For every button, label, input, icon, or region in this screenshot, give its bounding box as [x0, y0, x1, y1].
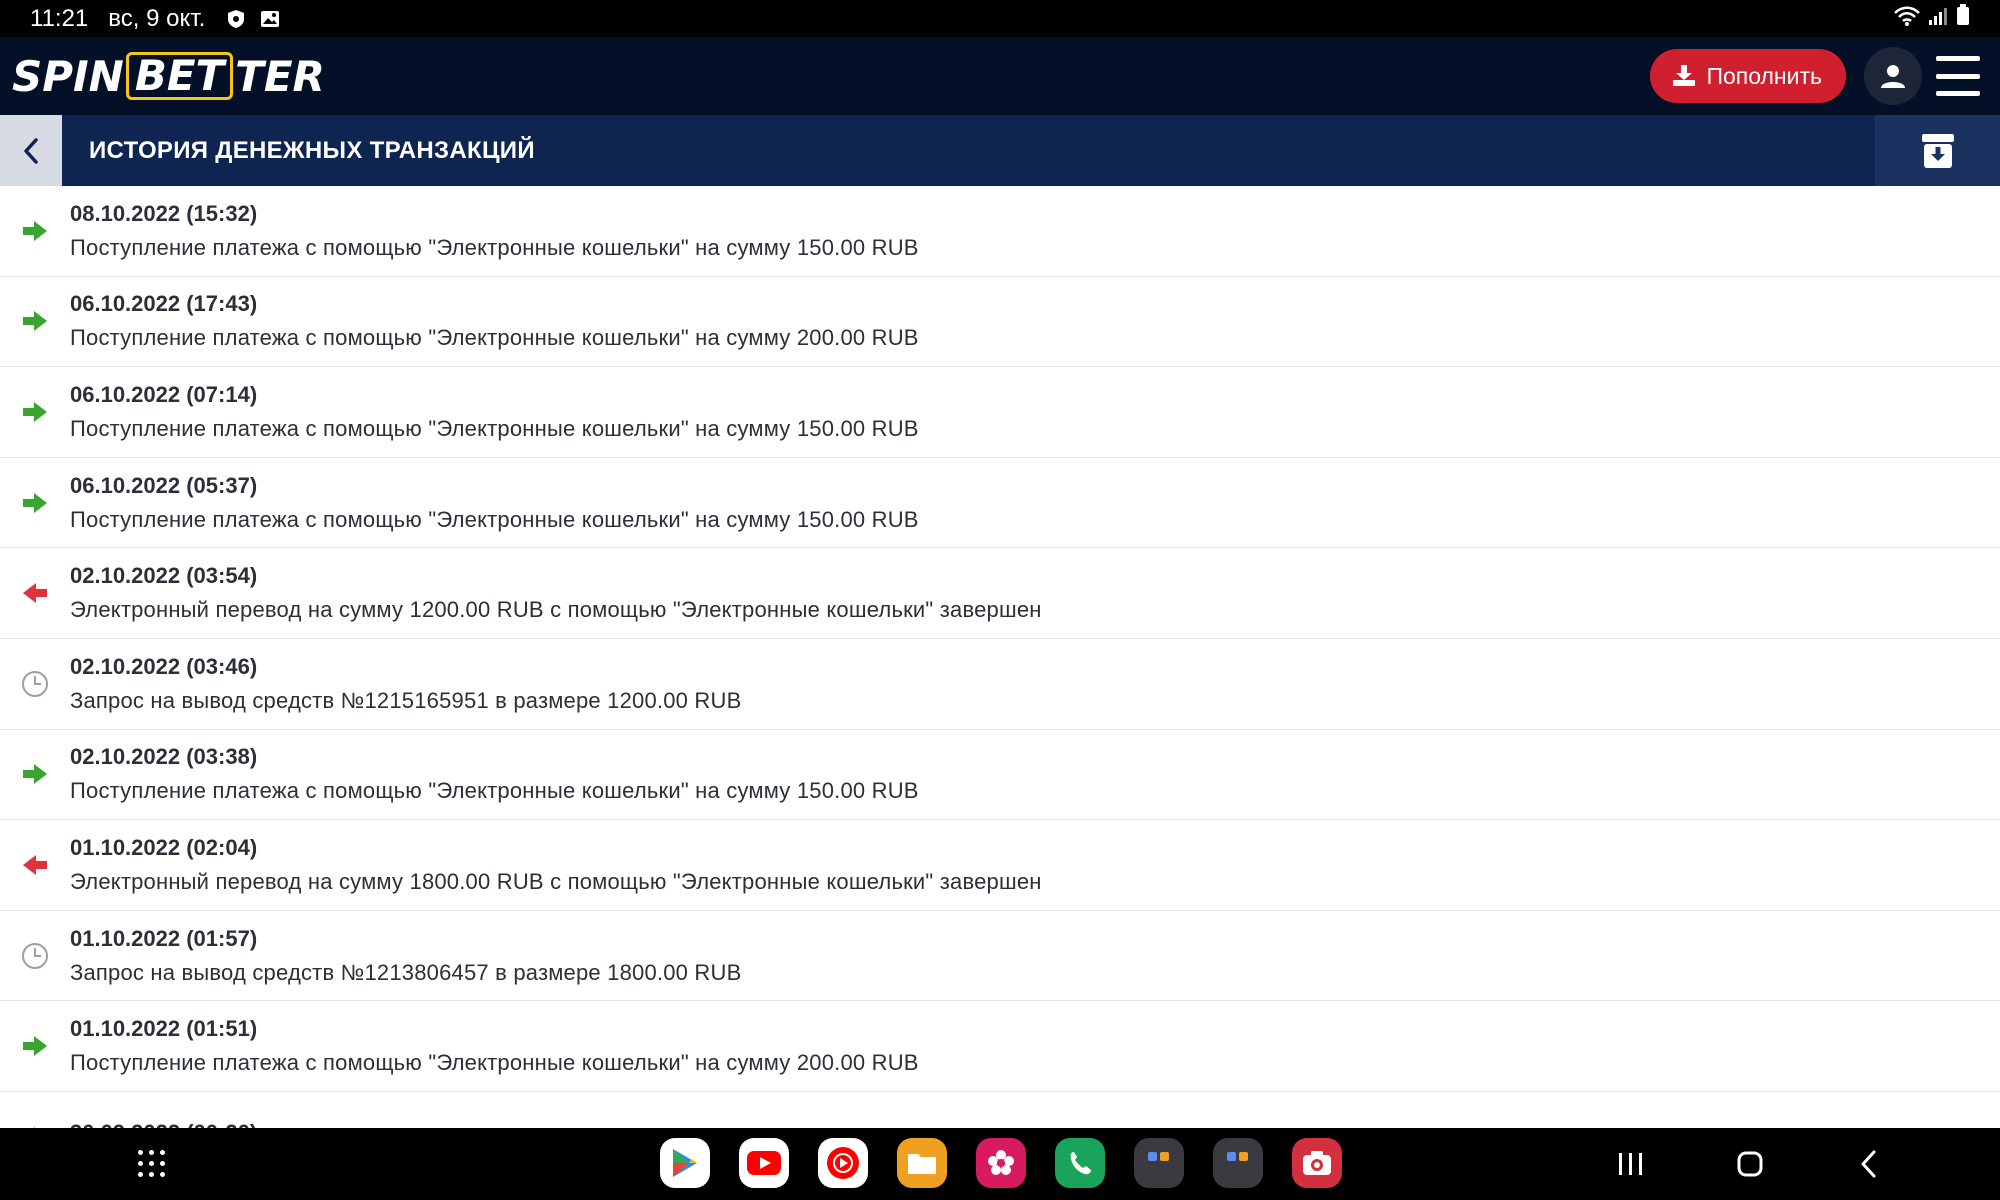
transaction-description: Поступление платежа с помощью "Электронн… [70, 325, 919, 351]
user-icon [1881, 65, 1905, 88]
arrow-right-icon [0, 220, 70, 242]
transaction-details: 30.09.2022 (00:20) [70, 1120, 257, 1128]
transaction-datetime: 02.10.2022 (03:38) [70, 744, 258, 770]
transaction-row[interactable]: 06.10.2022 (05:37) Поступление платежа с … [0, 458, 2000, 549]
status-bar: 11:21 вс, 9 окт. [0, 0, 2000, 37]
camera-icon[interactable] [1292, 1138, 1342, 1188]
home-icon [1737, 1151, 1763, 1177]
app-dock [660, 1138, 1342, 1188]
back-arrow-icon [1861, 1150, 1876, 1178]
transaction-row[interactable]: 06.10.2022 (17:43) Поступление платежа с … [0, 277, 2000, 368]
transaction-datetime: 02.10.2022 (03:54) [70, 563, 258, 589]
transaction-description: Запрос на вывод средств №1213806457 в ра… [70, 959, 742, 985]
folder-icon[interactable] [1213, 1138, 1263, 1188]
transaction-description: Электронный перевод на сумму 1800.00 RUB… [70, 868, 1042, 894]
transaction-datetime: 01.10.2022 (01:57) [70, 925, 258, 951]
transaction-row[interactable]: 02.10.2022 (03:46) Запрос на вывод средст… [0, 639, 2000, 730]
play-store-icon[interactable] [660, 1138, 710, 1188]
files-icon[interactable] [897, 1138, 947, 1188]
transaction-details: 06.10.2022 (05:37) Поступление платежа с … [70, 473, 919, 533]
download-icon [1673, 65, 1696, 86]
transaction-row[interactable]: 01.10.2022 (02:04) Электронный перевод на… [0, 820, 2000, 911]
arrow-right-icon [0, 492, 70, 514]
image-icon [259, 8, 281, 30]
transaction-datetime: 06.10.2022 (05:37) [70, 472, 258, 498]
folder-icon[interactable] [1134, 1138, 1184, 1188]
system-back-button[interactable] [1860, 1128, 1878, 1200]
transaction-row[interactable]: 01.10.2022 (01:51) Поступление платежа с … [0, 1001, 2000, 1092]
transaction-details: 01.10.2022 (02:04) Электронный перевод на… [70, 835, 1042, 895]
battery-icon [1956, 4, 1970, 33]
transaction-description: Поступление платежа с помощью "Электронн… [70, 1050, 919, 1076]
hamburger-menu-icon[interactable] [1936, 56, 1980, 96]
transaction-datetime: 01.10.2022 (02:04) [70, 834, 258, 860]
transaction-description: Запрос на вывод средств №1215165951 в ра… [70, 687, 742, 713]
transaction-details: 06.10.2022 (07:14) Поступление платежа с … [70, 382, 919, 442]
arrow-left-icon [0, 582, 70, 604]
recent-apps-icon [1619, 1153, 1642, 1175]
chevron-left-icon [24, 137, 38, 164]
transaction-datetime: 06.10.2022 (07:14) [70, 381, 258, 407]
status-time: 11:21 [30, 4, 89, 32]
signal-icon [1928, 5, 1948, 33]
transaction-description: Поступление платежа с помощью "Электронн… [70, 415, 919, 441]
youtube-icon[interactable] [739, 1138, 789, 1188]
transaction-description: Поступление платежа с помощью "Электронн… [70, 234, 919, 260]
shield-icon [225, 8, 247, 30]
transaction-datetime: 02.10.2022 (03:46) [70, 653, 258, 679]
transaction-details: 02.10.2022 (03:46) Запрос на вывод средст… [70, 654, 741, 714]
transaction-datetime: 08.10.2022 (15:32) [70, 200, 258, 226]
status-date: вс, 9 окт. [108, 4, 206, 32]
transaction-row[interactable]: 02.10.2022 (03:54) Электронный перевод на… [0, 548, 2000, 639]
transaction-description: Поступление платежа с помощью "Электронн… [70, 506, 919, 532]
app-header: SPIN BET TER Пополнить [0, 37, 2000, 115]
transactions-list: 08.10.2022 (15:32) Поступление платежа с … [0, 186, 2000, 1128]
transaction-datetime: 30.09.2022 (00:20) [70, 1120, 257, 1128]
transaction-details: 06.10.2022 (17:43) Поступление платежа с … [70, 291, 919, 351]
transaction-description: Поступление платежа с помощью "Электронн… [70, 778, 919, 804]
arrow-left-icon [0, 854, 70, 876]
home-button[interactable] [1737, 1128, 1763, 1200]
transaction-datetime: 01.10.2022 (01:51) [70, 1016, 258, 1042]
transaction-details: 08.10.2022 (15:32) Поступление платежа с … [70, 201, 919, 261]
arrow-right-icon [0, 310, 70, 332]
spinbetter-logo[interactable]: SPIN BET TER [12, 52, 325, 101]
app-drawer-icon[interactable] [138, 1150, 166, 1178]
page-title-bar: ИСТОРИЯ ДЕНЕЖНЫХ ТРАНЗАКЦИЙ [0, 115, 2000, 186]
gallery-icon[interactable] [976, 1138, 1026, 1188]
transaction-row[interactable]: 30.09.2022 (00:20) [0, 1092, 2000, 1128]
transaction-details: 01.10.2022 (01:51) Поступление платежа с … [70, 1016, 919, 1076]
archive-icon [1921, 133, 1954, 168]
wifi-icon [1894, 5, 1920, 33]
system-navigation-bar [0, 1128, 2000, 1200]
phone-icon[interactable] [1055, 1138, 1105, 1188]
transaction-datetime: 06.10.2022 (17:43) [70, 291, 258, 317]
clock-icon [0, 942, 70, 970]
transaction-row[interactable]: 08.10.2022 (15:32) Поступление платежа с … [0, 186, 2000, 277]
arrow-right-icon [0, 763, 70, 785]
logo-text-spin: SPIN [12, 51, 124, 101]
arrow-right-icon [0, 1035, 70, 1057]
logo-text-ter: TER [235, 51, 325, 101]
recent-apps-button[interactable] [1618, 1128, 1644, 1200]
arrow-right-icon [0, 401, 70, 423]
transaction-details: 01.10.2022 (01:57) Запрос на вывод средст… [70, 926, 741, 986]
youtube-music-icon[interactable] [818, 1138, 868, 1188]
transaction-description: Электронный перевод на сумму 1200.00 RUB… [70, 597, 1042, 623]
clock-icon [0, 670, 70, 698]
page-title: ИСТОРИЯ ДЕНЕЖНЫХ ТРАНЗАКЦИЙ [89, 136, 535, 164]
archive-button[interactable] [1875, 115, 2000, 186]
transaction-details: 02.10.2022 (03:38) Поступление платежа с … [70, 744, 919, 804]
deposit-button[interactable]: Пополнить [1650, 49, 1846, 103]
deposit-label: Пополнить [1706, 62, 1822, 89]
transaction-row[interactable]: 06.10.2022 (07:14) Поступление платежа с … [0, 367, 2000, 458]
transaction-row[interactable]: 02.10.2022 (03:38) Поступление платежа с … [0, 730, 2000, 821]
profile-button[interactable] [1864, 47, 1922, 105]
back-button[interactable] [0, 115, 62, 186]
logo-text-bet: BET [125, 52, 234, 100]
transaction-row[interactable]: 01.10.2022 (01:57) Запрос на вывод средст… [0, 911, 2000, 1002]
transaction-details: 02.10.2022 (03:54) Электронный перевод на… [70, 563, 1042, 623]
